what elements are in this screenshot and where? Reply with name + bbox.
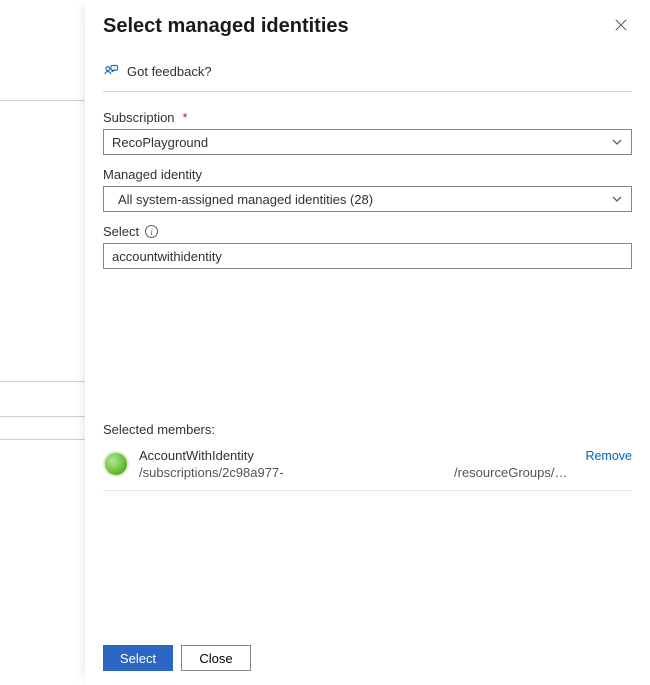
results-area: [103, 281, 632, 422]
background-left-gutter: [0, 0, 85, 685]
member-path-suffix: /resourceGroups/…: [454, 464, 567, 482]
form-area: Subscription * RecoPlayground Managed ide…: [103, 92, 632, 281]
close-icon[interactable]: [610, 14, 632, 39]
remove-member-link[interactable]: Remove: [585, 449, 632, 463]
select-field: Select i: [103, 224, 632, 269]
required-marker: *: [183, 110, 188, 125]
managed-identity-value: All system-assigned managed identities (…: [118, 192, 373, 207]
managed-identity-dropdown[interactable]: All system-assigned managed identities (…: [103, 186, 632, 212]
subscription-dropdown[interactable]: RecoPlayground: [103, 129, 632, 155]
selected-members-section: Selected members: AccountWithIdentity /s…: [103, 422, 632, 491]
subscription-label: Subscription *: [103, 110, 632, 125]
member-path: /subscriptions/2c98a977- /resourceGroups…: [139, 464, 567, 482]
select-managed-identities-panel: Select managed identities ? Got feedback…: [85, 0, 650, 685]
chevron-down-icon: [611, 136, 623, 148]
ghost-divider: [0, 416, 85, 417]
panel-title: Select managed identities: [103, 15, 349, 38]
select-button[interactable]: Select: [103, 645, 173, 671]
selected-member-row: AccountWithIdentity /subscriptions/2c98a…: [103, 443, 632, 491]
chevron-down-icon: [611, 193, 623, 205]
member-name: AccountWithIdentity: [139, 447, 567, 465]
ghost-divider: [0, 100, 85, 101]
feedback-text: Got feedback?: [127, 64, 212, 79]
managed-identity-field: Managed identity All system-assigned man…: [103, 167, 632, 212]
select-label: Select i: [103, 224, 632, 239]
feedback-icon: ?: [103, 63, 119, 79]
feedback-link[interactable]: ? Got feedback?: [103, 45, 632, 92]
select-input[interactable]: [112, 244, 623, 268]
ghost-divider: [0, 381, 85, 382]
subscription-field: Subscription * RecoPlayground: [103, 110, 632, 155]
info-icon[interactable]: i: [145, 225, 158, 238]
managed-identity-label: Managed identity: [103, 167, 632, 182]
panel-footer: Select Close: [103, 631, 632, 685]
label-text: Managed identity: [103, 167, 202, 182]
select-input-wrapper[interactable]: [103, 243, 632, 269]
label-text: Subscription: [103, 110, 175, 125]
close-button[interactable]: Close: [181, 645, 251, 671]
identity-icon: [103, 451, 129, 477]
ghost-divider: [0, 439, 85, 440]
label-text: Select: [103, 224, 139, 239]
panel-header: Select managed identities: [103, 10, 632, 45]
member-path-prefix: /subscriptions/2c98a977-: [139, 464, 284, 482]
member-text: AccountWithIdentity /subscriptions/2c98a…: [139, 447, 567, 482]
selected-members-heading: Selected members:: [103, 422, 632, 437]
subscription-value: RecoPlayground: [112, 135, 208, 150]
